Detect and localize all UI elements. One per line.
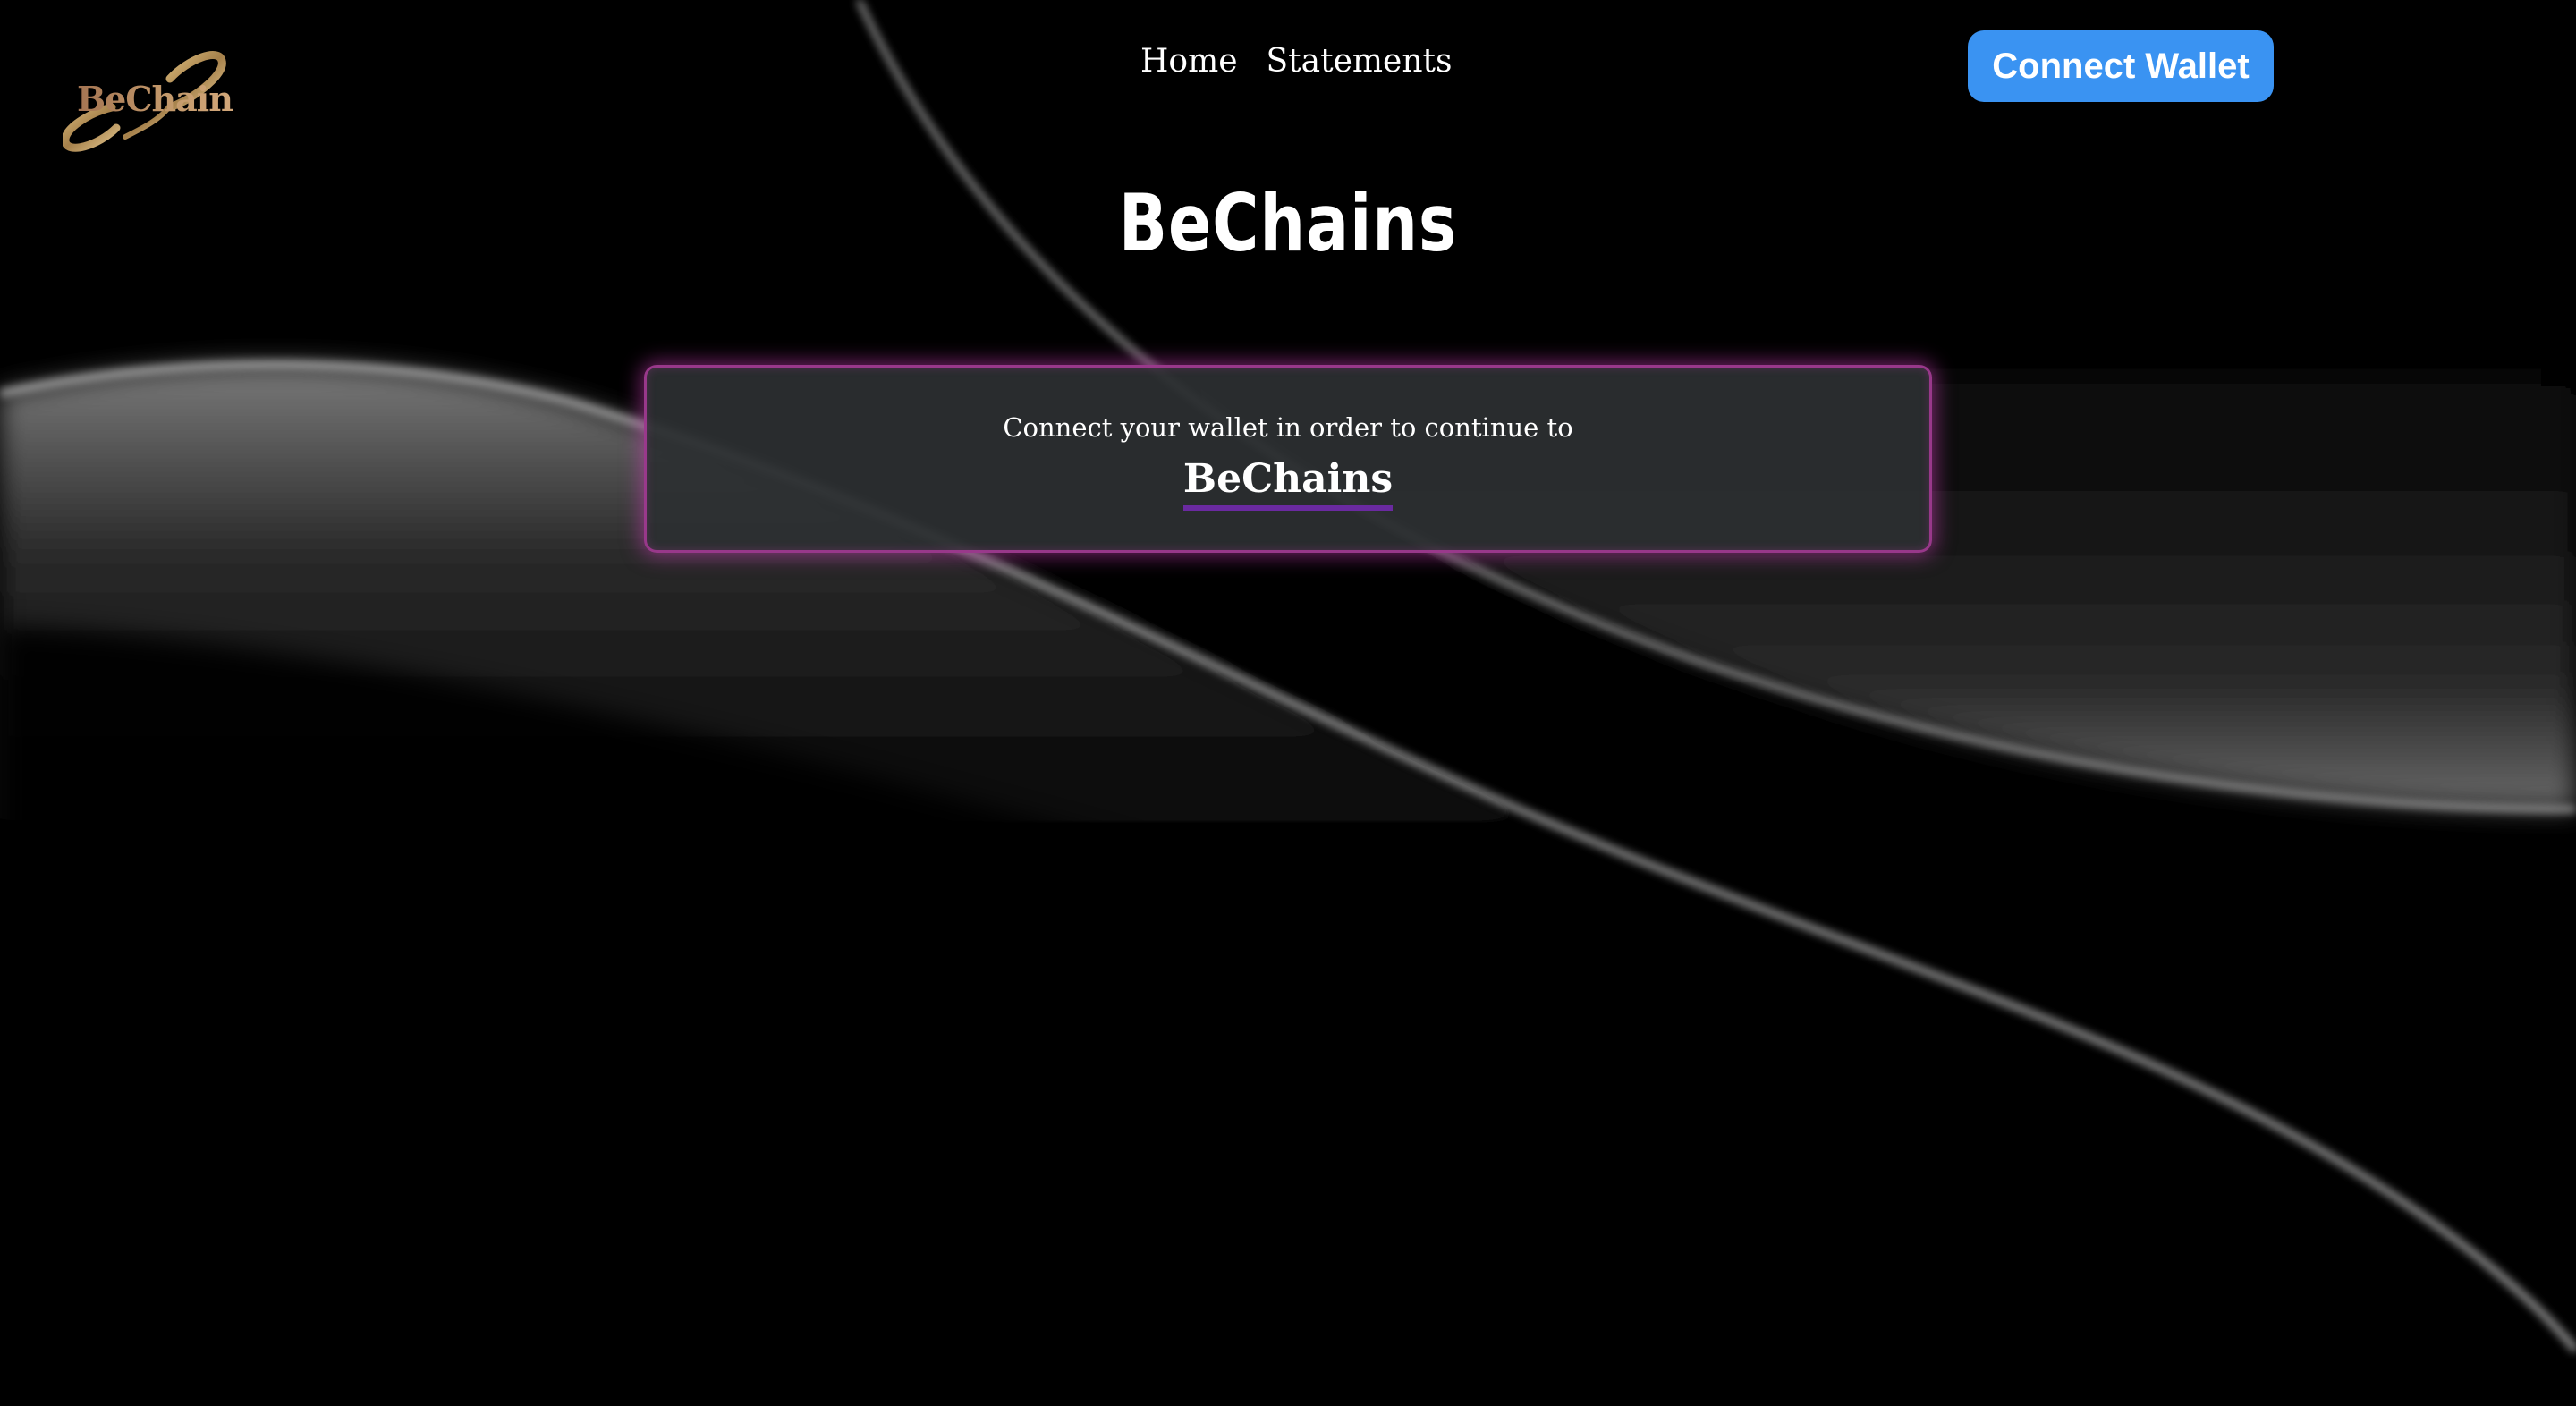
nav-statements-link[interactable]: Statements bbox=[1267, 43, 1453, 80]
connect-prompt-brand: BeChains bbox=[1182, 455, 1394, 511]
logo-text: BeChain bbox=[77, 79, 233, 119]
connect-prompt-card: Connect your wallet in order to continue… bbox=[644, 365, 1932, 553]
page: BeChain Home Statements Connect Wallet B… bbox=[0, 0, 2576, 1406]
connect-wallet-button[interactable]: Connect Wallet bbox=[1968, 30, 2274, 102]
nav-home-link[interactable]: Home bbox=[1140, 43, 1238, 80]
connect-prompt-brand-wrapper: BeChains bbox=[647, 455, 1929, 511]
page-title: BeChains bbox=[1118, 177, 1458, 269]
logo[interactable]: BeChain bbox=[63, 43, 233, 159]
connect-prompt-message: Connect your wallet in order to continue… bbox=[1003, 412, 1573, 443]
main-nav: Home Statements bbox=[1140, 43, 1452, 80]
